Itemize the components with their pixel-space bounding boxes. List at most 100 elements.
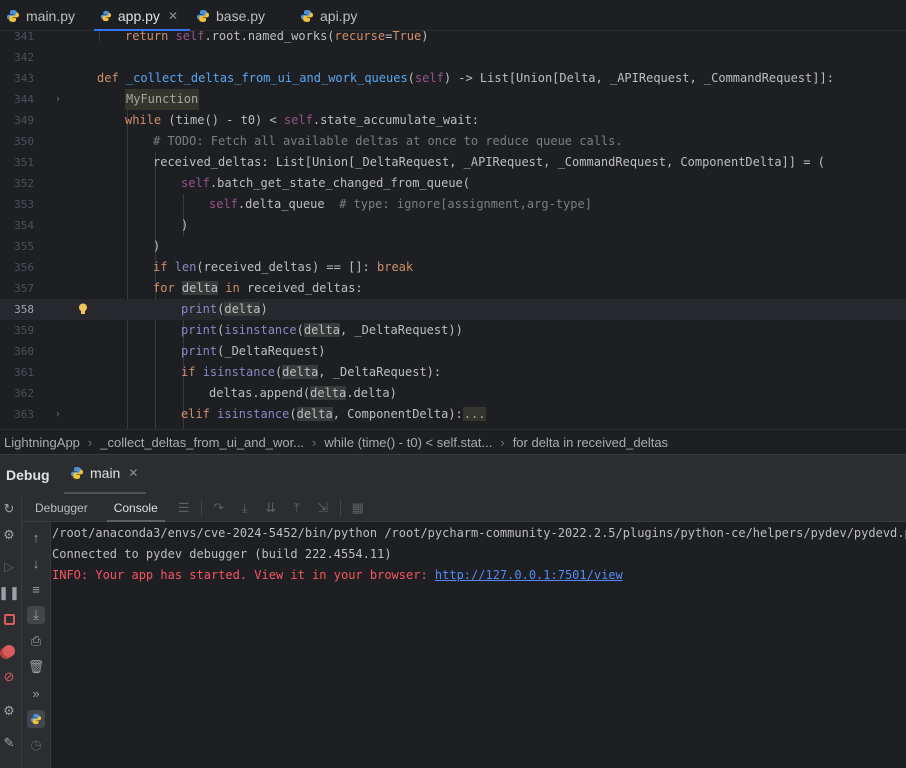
code-line: 360 print(_DeltaRequest): [0, 341, 906, 362]
line-number: 354: [14, 219, 34, 232]
line-number: 360: [14, 345, 34, 358]
python-run-icon: [71, 467, 83, 479]
python-file-icon: [7, 9, 19, 22]
fold-chevron-icon[interactable]: ›: [55, 404, 61, 425]
code-comment: # TODO: Fetch all available deltas at on…: [153, 134, 623, 148]
print-icon[interactable]: ⎙: [27, 632, 45, 650]
code-line: 352 self.batch_get_state_changed_from_qu…: [0, 173, 906, 194]
trash-icon[interactable]: 🗑: [27, 658, 45, 676]
line-number: 351: [14, 156, 34, 169]
evaluate-expression-icon[interactable]: ▦: [345, 494, 371, 522]
line-number: 362: [14, 387, 34, 400]
tab-main-py[interactable]: main.py: [0, 0, 94, 31]
line-number: 356: [14, 261, 34, 274]
step-out-icon[interactable]: ⤒: [284, 494, 310, 522]
code-line: 355 ): [0, 236, 906, 257]
debug-tool-window-header: Debug main ✕: [0, 454, 906, 495]
line-number: 349: [14, 114, 34, 127]
code-line: 350 # TODO: Fetch all available deltas a…: [0, 131, 906, 152]
code-line: 349 while (time() - t0) < self.state_acc…: [0, 110, 906, 131]
code-editor[interactable]: 341 return self.root.named_works(recurse…: [0, 31, 906, 429]
code-line: 351 received_deltas: List[Union[_DeltaRe…: [0, 152, 906, 173]
code-line: 344 › MyFunction: [0, 89, 906, 110]
line-number: 361: [14, 366, 34, 379]
chevron-right-icon: ›: [312, 434, 317, 450]
debug-title: Debug: [6, 467, 50, 483]
step-over-icon[interactable]: ↷: [206, 494, 232, 522]
chevron-right-icon: ›: [87, 434, 93, 450]
step-into-my-code-icon[interactable]: ⇊: [258, 494, 284, 522]
rerun-icon[interactable]: ↻: [0, 500, 18, 518]
up-arrow-icon[interactable]: ↑: [27, 528, 45, 546]
settings-icon[interactable]: ⚙: [0, 702, 18, 720]
breadcrumb: LightningApp › _collect_deltas_from_ui_a…: [0, 429, 906, 454]
breadcrumb-item[interactable]: _collect_deltas_from_ui_and_wor...: [100, 435, 304, 450]
app-url-link[interactable]: http://127.0.0.1:7501/view: [435, 568, 623, 582]
code-text: ): [181, 218, 189, 232]
code-text: ): [153, 239, 161, 253]
line-number: 342: [14, 51, 34, 64]
python-file-icon: [301, 9, 313, 22]
line-number: 358: [14, 303, 34, 316]
pause-icon[interactable]: ❚❚: [0, 584, 20, 602]
run-to-cursor-icon[interactable]: ⇲: [310, 494, 336, 522]
fold-chevron-icon[interactable]: ›: [55, 89, 61, 110]
tab-debugger[interactable]: Debugger: [22, 494, 101, 522]
debug-left-toolbar: ↻ ⚙ ▷ ❚❚ ⊘ ⚙ ✎: [0, 494, 22, 768]
editor-tab-bar: main.py app.py ✕ base.py api.py: [0, 0, 906, 32]
code-line: 356 if len(received_deltas) == []: break: [0, 257, 906, 278]
close-icon[interactable]: ✕: [128, 466, 138, 480]
python-icon: [30, 713, 42, 725]
line-number: 341: [14, 31, 34, 43]
console-line: Connected to pydev debugger (build 222.4…: [52, 547, 392, 561]
breadcrumb-item[interactable]: while (time() - t0) < self.stat...: [324, 435, 492, 450]
mute-breakpoints-icon[interactable]: ⊘: [0, 668, 18, 686]
debug-subtab-bar: Debugger Console ☰ ↷ ⤓ ⇊ ⤒ ⇲ ▦: [22, 494, 906, 522]
soft-wrap-icon[interactable]: ≡: [27, 580, 45, 598]
line-number: 344: [14, 93, 34, 106]
tab-base-py[interactable]: base.py: [190, 0, 294, 31]
menu-icon[interactable]: ☰: [171, 494, 197, 522]
debug-session-tab[interactable]: main ✕: [70, 465, 138, 481]
breadcrumb-item[interactable]: for delta in received_deltas: [513, 435, 668, 450]
close-icon[interactable]: ✕: [168, 9, 178, 23]
code-line: 357 for delta in received_deltas:: [0, 278, 906, 299]
scroll-to-end-icon[interactable]: ⤓: [27, 606, 45, 624]
tab-label: base.py: [216, 7, 266, 24]
console-output[interactable]: /root/anaconda3/envs/cve-2024-5452/bin/p…: [51, 522, 906, 768]
code-line: 362 deltas.append(delta.delta): [0, 383, 906, 404]
console-info-text: INFO: Your app has started. View it in y…: [52, 568, 435, 582]
code-line: 343 def _collect_deltas_from_ui_and_work…: [0, 68, 906, 89]
tab-console[interactable]: Console: [101, 494, 171, 522]
line-number: 343: [14, 72, 34, 85]
code-line: 354 ): [0, 215, 906, 236]
tab-app-py[interactable]: app.py ✕: [94, 0, 190, 32]
console-line: INFO: Your app has started. View it in y…: [52, 565, 623, 586]
current-code-line: 358 print(delta): [0, 299, 906, 320]
line-number: 353: [14, 198, 34, 211]
folded-region[interactable]: MyFunction: [125, 89, 200, 110]
tab-api-py[interactable]: api.py: [294, 0, 384, 31]
python-file-icon: [197, 9, 209, 22]
down-arrow-icon[interactable]: ↓: [27, 554, 45, 572]
stop-icon[interactable]: [0, 610, 18, 628]
python-console-icon[interactable]: [27, 710, 45, 728]
tab-label: api.py: [320, 7, 358, 24]
breadcrumb-item[interactable]: LightningApp: [4, 435, 80, 450]
step-into-icon[interactable]: ⤓: [232, 494, 258, 522]
settings-icon[interactable]: ⚙: [0, 526, 18, 544]
view-breakpoints-icon[interactable]: [0, 642, 18, 660]
console-line: /root/anaconda3/envs/cve-2024-5452/bin/p…: [52, 526, 906, 540]
code-line: 353 self.delta_queue # type: ignore[assi…: [0, 194, 906, 215]
pin-icon[interactable]: ✎: [0, 734, 18, 752]
line-number: 350: [14, 135, 34, 148]
tab-label: main.py: [26, 7, 76, 24]
fast-forward-icon[interactable]: »: [27, 684, 45, 702]
toolbar-divider: [339, 499, 341, 516]
lightbulb-icon[interactable]: [78, 303, 88, 315]
python-file-icon: [100, 10, 112, 21]
line-number: 355: [14, 240, 34, 253]
code-line: 342: [0, 47, 906, 68]
resume-icon[interactable]: ▷: [0, 558, 18, 576]
history-icon[interactable]: ◷: [27, 736, 45, 754]
